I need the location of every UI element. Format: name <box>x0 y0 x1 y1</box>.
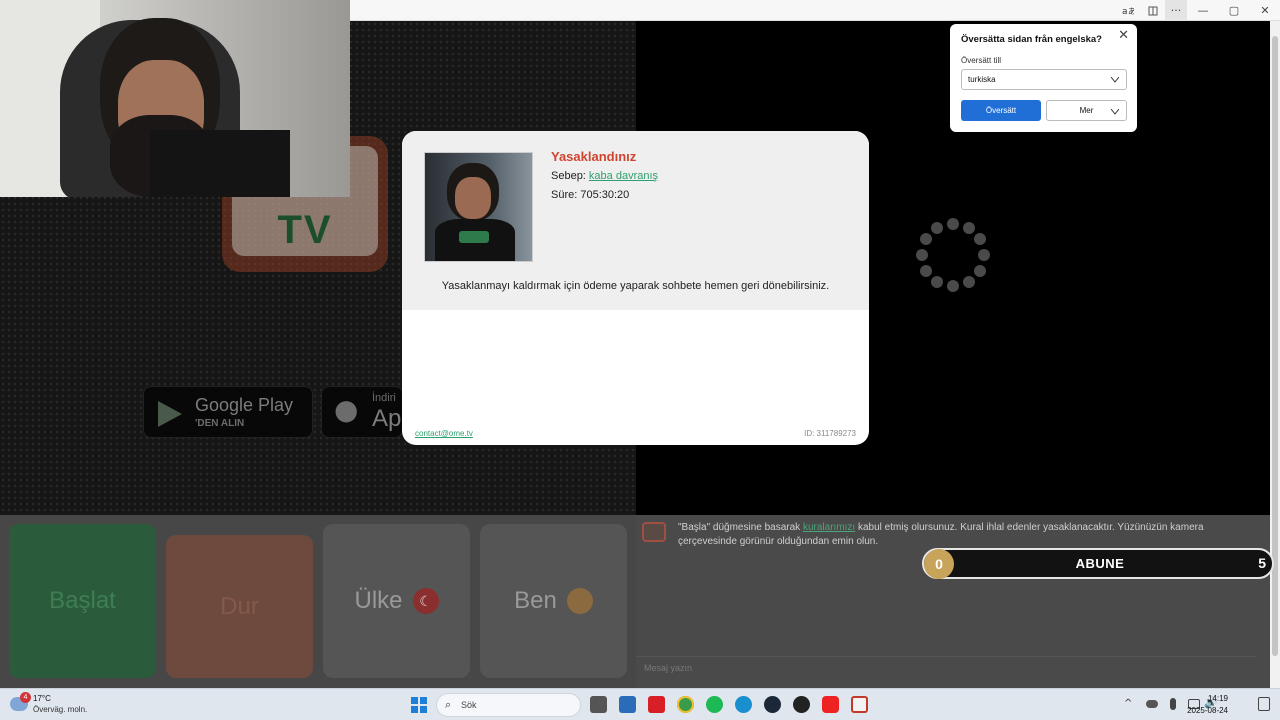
webcam-video <box>0 0 350 197</box>
youtube-icon[interactable] <box>822 696 839 713</box>
ban-duration: Süre: 705:30:20 <box>551 189 630 201</box>
spinner-dot <box>920 265 932 277</box>
chevron-up-icon[interactable]: ^ <box>1124 698 1132 709</box>
ban-snapshot-image <box>424 152 533 262</box>
spinner-dot <box>931 276 943 288</box>
spinner-dot <box>920 233 932 245</box>
app-store-title: Ap <box>372 405 402 432</box>
app-icon[interactable] <box>793 696 810 713</box>
spinner-dot <box>947 280 959 292</box>
turkey-flag-icon: ☾ <box>412 588 439 614</box>
netflix-icon[interactable] <box>648 696 665 713</box>
weather-alert-badge: 4 <box>20 692 31 703</box>
ban-reason-label: Sebep: <box>551 170 589 182</box>
ban-reason: Sebep: kaba davranış <box>551 170 658 182</box>
google-play-subtitle: 'DEN ALIN <box>195 418 245 429</box>
ometv-logo-text: TV <box>277 208 333 252</box>
translate-more-label: Mer <box>1079 106 1094 115</box>
taskbar-clock-date[interactable]: 2025-08-24 <box>1187 706 1228 715</box>
loading-spinner <box>916 218 990 292</box>
translate-more-button[interactable]: Mer <box>1046 100 1127 121</box>
ban-title: Yasaklandınız <box>551 149 637 164</box>
translate-button[interactable]: Översätt <box>961 100 1041 121</box>
weather-description[interactable]: Överväg. moln. <box>33 705 87 714</box>
steam-icon[interactable] <box>764 696 781 713</box>
me-button-label: Ben <box>514 587 557 614</box>
task-view-icon[interactable] <box>590 696 607 713</box>
translate-language-value: turkiska <box>968 75 996 84</box>
translate-language-select[interactable]: turkiska <box>961 69 1127 90</box>
edge-icon[interactable] <box>735 696 752 713</box>
microphone-icon[interactable] <box>1170 698 1176 710</box>
maximize-button[interactable]: ▢ <box>1223 0 1245 21</box>
taskbar-clock-time[interactable]: 14:19 <box>1208 694 1228 703</box>
spinner-dot <box>978 249 990 261</box>
start-button[interactable]: Başlat <box>9 524 156 678</box>
file-explorer-icon[interactable] <box>619 696 636 713</box>
notification-icon[interactable] <box>1258 697 1270 711</box>
boy-avatar-icon <box>566 588 593 614</box>
subscribe-label: ABUNE <box>1075 556 1125 571</box>
spinner-dot <box>931 222 943 234</box>
snapshot-shirt-print <box>459 231 489 243</box>
spinner-dot <box>963 276 975 288</box>
onedrive-icon[interactable] <box>1146 700 1158 708</box>
spinner-dot <box>974 233 986 245</box>
chat-notice-text: "Başla" düğmesine basarak <box>678 522 803 533</box>
google-play-title: Google Play <box>195 395 294 415</box>
minimize-button[interactable]: — <box>1192 0 1214 21</box>
google-play-badge[interactable]: Google Play 'DEN ALIN <box>143 386 313 438</box>
google-play-icon <box>158 401 182 427</box>
svg-text:あ: あ <box>1128 7 1134 16</box>
app-store-badge[interactable]: ● İndiri Ap <box>321 386 403 438</box>
ban-payment-message: Yasaklanmayı kaldırmak için ödeme yapara… <box>441 280 830 292</box>
close-window-button[interactable]: ✕ <box>1254 0 1276 21</box>
chevron-down-icon <box>1111 77 1119 83</box>
more-options-icon[interactable]: ··· <box>1165 0 1187 21</box>
country-button-label: Ülke <box>354 587 403 614</box>
chat-message-input[interactable]: Mesaj yazın <box>636 656 1256 680</box>
windows-start-icon[interactable] <box>411 697 427 713</box>
close-icon[interactable]: ✕ <box>1118 28 1129 43</box>
ban-reason-link[interactable]: kaba davranış <box>589 170 658 182</box>
spinner-dot <box>916 249 928 261</box>
ometv-chat-icon <box>642 522 666 542</box>
weather-temperature[interactable]: 17°C <box>33 694 51 703</box>
chevron-down-icon <box>1111 109 1119 115</box>
rules-link[interactable]: kuralarımızı <box>803 522 855 533</box>
spotify-icon[interactable] <box>706 696 723 713</box>
spinner-dot <box>947 218 959 230</box>
ban-modal: Yasaklandınız Sebep: kaba davranış Süre:… <box>402 131 869 445</box>
chrome-icon[interactable] <box>677 696 694 713</box>
contact-email-link[interactable]: contact@ome.tv <box>415 429 473 438</box>
translate-popup: Översätta sidan från engelska? ✕ Översät… <box>950 24 1137 132</box>
taskbar-search-box[interactable]: ⌕ Sök <box>436 693 581 717</box>
country-button[interactable]: Ülke ☾ <box>323 524 470 678</box>
reading-view-icon[interactable] <box>1142 0 1164 21</box>
taskbar-search-label: Sök <box>461 700 477 710</box>
me-button[interactable]: Ben <box>480 524 627 678</box>
translate-popup-title: Översätta sidan från engelska? <box>961 34 1102 45</box>
subscribe-bar[interactable]: 0 ABUNE 5 <box>922 548 1274 579</box>
ometv-taskbar-icon[interactable] <box>851 696 868 713</box>
chat-input-placeholder: Mesaj yazın <box>644 663 693 673</box>
spinner-dot <box>963 222 975 234</box>
ban-id: ID: 311789273 <box>804 429 856 438</box>
spinner-dot <box>974 265 986 277</box>
start-button-label: Başlat <box>49 587 116 614</box>
apple-icon: ● <box>334 393 359 426</box>
app-store-subtitle: İndiri <box>372 392 396 404</box>
windows-taskbar: 4 17°C Överväg. moln. ⌕ Sök ^ 🔊 14:19 20… <box>0 688 1280 720</box>
translate-icon[interactable]: aあ <box>1117 0 1139 21</box>
browser-toolbar: aあ ··· — ▢ ✕ <box>350 0 1280 21</box>
translate-target-label: Översätt till <box>961 56 1002 65</box>
subscribe-goal-count: 5 <box>1258 555 1266 571</box>
stop-button[interactable]: Dur <box>166 535 313 678</box>
snapshot-face <box>455 177 491 219</box>
webcam-person-shirt <box>150 130 290 197</box>
svg-text:a: a <box>1122 7 1128 16</box>
search-icon: ⌕ <box>445 698 452 711</box>
stop-button-label: Dur <box>220 592 259 620</box>
